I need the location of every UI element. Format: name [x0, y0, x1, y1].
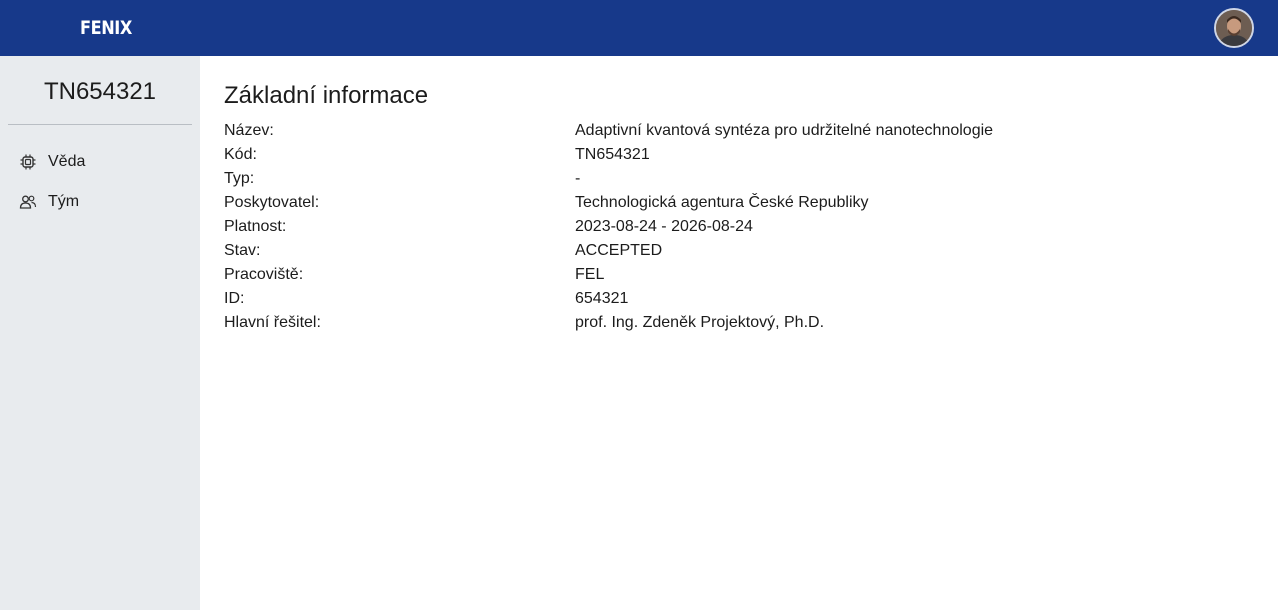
- info-value: FEL: [575, 266, 605, 283]
- sidebar-item-label: Věda: [48, 153, 86, 170]
- info-key: Kód:: [224, 146, 257, 163]
- chip-icon: [18, 152, 38, 172]
- app-logo[interactable]: FENIX: [80, 17, 132, 39]
- info-value: ACCEPTED: [575, 242, 663, 259]
- info-value: Adaptivní kvantová syntéza pro udržiteln…: [575, 122, 994, 139]
- info-value: Technologická agentura České Republiky: [575, 194, 869, 211]
- info-key: Pracoviště:: [224, 266, 304, 283]
- info-key: Stav:: [224, 242, 261, 259]
- info-row-typ: Typ: -: [224, 167, 993, 191]
- user-avatar[interactable]: [1214, 8, 1254, 48]
- info-row-nazev: Název: Adaptivní kvantová syntéza pro ud…: [224, 119, 993, 143]
- top-bar: FENIX: [0, 0, 1278, 56]
- info-value: 654321: [575, 290, 629, 307]
- info-key: ID:: [224, 290, 245, 307]
- info-value: -: [575, 170, 581, 187]
- sidebar: TN654321 Věda Tým: [0, 56, 200, 610]
- info-key: Platnost:: [224, 218, 287, 235]
- info-value: TN654321: [575, 146, 650, 163]
- users-icon: [18, 192, 38, 212]
- sidebar-item-tym[interactable]: Tým: [18, 188, 192, 216]
- project-code-title: TN654321: [43, 78, 157, 105]
- info-row-platnost: Platnost: 2023-08-24 - 2026-08-24: [224, 215, 993, 239]
- info-value: prof. Ing. Zdeněk Projektový, Ph.D.: [575, 314, 825, 331]
- info-key: Poskytovatel:: [224, 194, 320, 211]
- info-row-pracoviste: Pracoviště: FEL: [224, 263, 993, 287]
- info-row-hlavni-resitel: Hlavní řešitel: prof. Ing. Zdeněk Projek…: [224, 311, 993, 335]
- info-key: Hlavní řešitel:: [224, 314, 321, 331]
- info-value: 2023-08-24 - 2026-08-24: [575, 218, 753, 235]
- info-table: Název: Adaptivní kvantová syntéza pro ud…: [224, 119, 993, 335]
- sidebar-item-veda[interactable]: Věda: [18, 148, 192, 176]
- sidebar-divider: [8, 124, 192, 125]
- main-content: Základní informace Název: Adaptivní kvan…: [200, 56, 1278, 610]
- section-title: Základní informace: [224, 82, 429, 109]
- info-row-kod: Kód: TN654321: [224, 143, 993, 167]
- info-row-id: ID: 654321: [224, 287, 993, 311]
- info-row-stav: Stav: ACCEPTED: [224, 239, 993, 263]
- info-row-poskytovatel: Poskytovatel: Technologická agentura Čes…: [224, 191, 993, 215]
- info-key: Typ:: [224, 170, 255, 187]
- avatar-icon: [1216, 10, 1252, 46]
- sidebar-item-label: Tým: [48, 193, 80, 210]
- info-key: Název:: [224, 122, 274, 139]
